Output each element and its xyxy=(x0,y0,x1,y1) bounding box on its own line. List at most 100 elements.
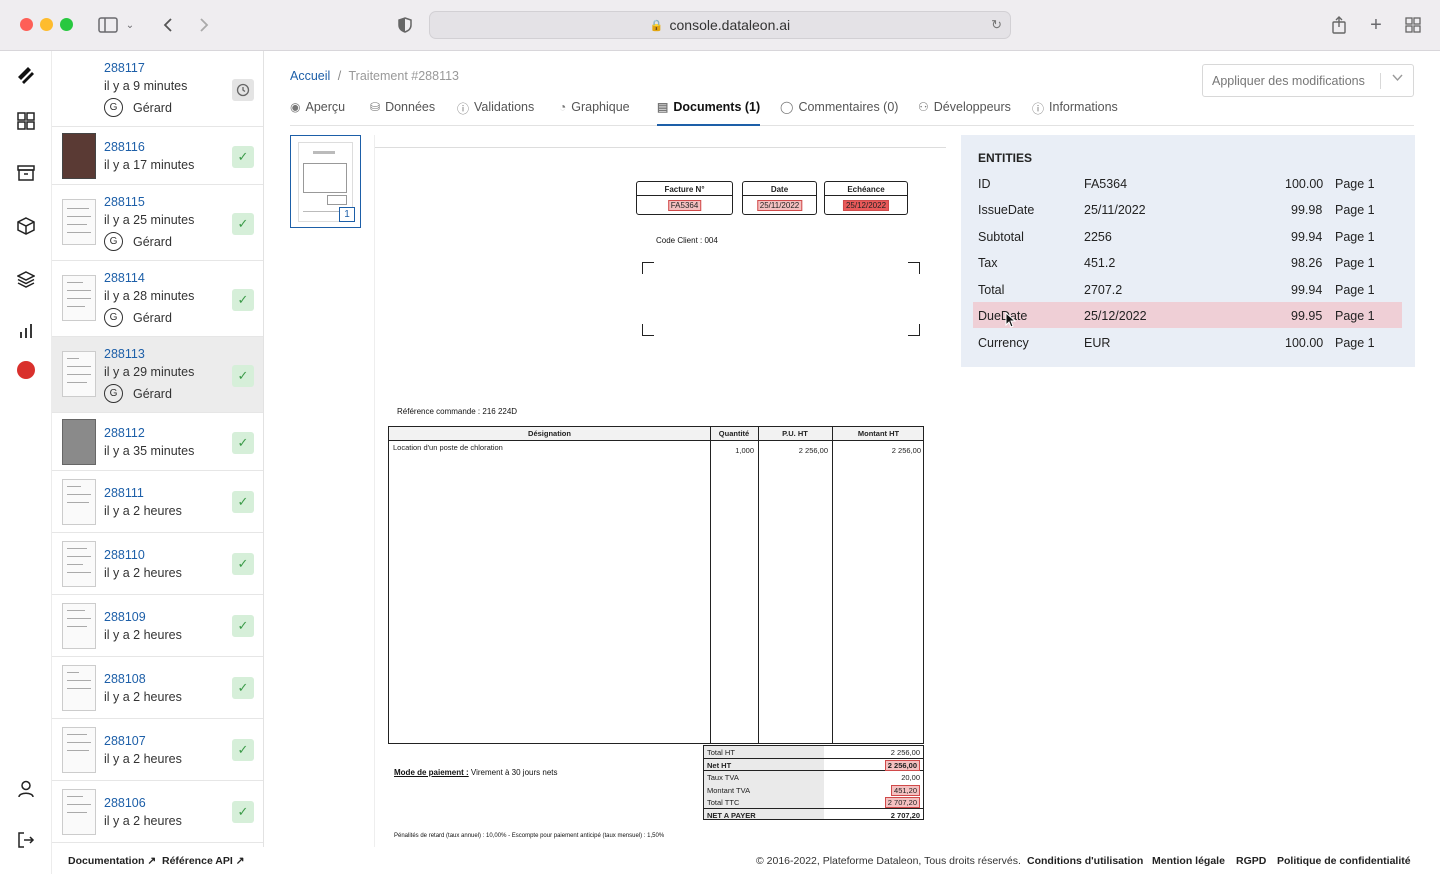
job-id[interactable]: 288114 xyxy=(104,271,145,285)
list-item[interactable]: 288114 il y a 28 minutes G Gérard ✓ xyxy=(52,261,263,337)
shield-icon[interactable] xyxy=(393,13,417,37)
layers-icon[interactable] xyxy=(14,267,38,291)
rgpd-link[interactable]: RGPD xyxy=(1236,855,1266,867)
dashboard-icon[interactable] xyxy=(14,109,38,133)
entity-row[interactable]: Subtotal 2256 99.94 Page 1 xyxy=(973,223,1402,249)
tab-documents[interactable]: ▤ Documents (1) xyxy=(657,100,761,126)
list-item[interactable]: 288113 il y a 29 minutes G Gérard ✓ xyxy=(52,337,263,413)
job-id[interactable]: 288109 xyxy=(104,610,146,624)
tab-overview-icon[interactable] xyxy=(1401,13,1425,37)
job-id[interactable]: 288116 xyxy=(104,140,145,154)
list-item[interactable]: 288108 il y a 2 heures ✓ xyxy=(52,657,263,719)
logout-icon[interactable] xyxy=(14,828,38,852)
documentation-link[interactable]: Documentation ↗ xyxy=(68,855,156,867)
tab-graphique[interactable]: ◔ Graphique xyxy=(559,100,630,126)
entity-row[interactable]: Currency EUR 100.00 Page 1 xyxy=(973,329,1402,355)
entity-row[interactable]: Tax 451.2 98.26 Page 1 xyxy=(973,249,1402,275)
entity-value: FA5364 xyxy=(1084,177,1128,191)
job-id[interactable]: 288106 xyxy=(104,796,146,810)
avatar: G xyxy=(104,232,123,251)
list-item[interactable]: 288115 il y a 25 minutes G Gérard ✓ xyxy=(52,185,263,261)
job-id[interactable]: 288117 xyxy=(104,61,145,75)
list-item[interactable]: 288117 il y a 9 minutes G Gérard xyxy=(52,51,263,127)
list-item[interactable]: 288116 il y a 17 minutes ✓ xyxy=(52,127,263,185)
check-icon: ✓ xyxy=(232,553,254,575)
tab-donnees[interactable]: ⛁ Données xyxy=(370,100,435,126)
totals-value[interactable]: 451,20 xyxy=(891,784,920,796)
invoice-page: Facture N° FA5364 Date 25/11/2022 Echéan… xyxy=(375,147,946,847)
zoom-window-button[interactable] xyxy=(60,18,73,31)
list-item[interactable]: 288111 il y a 2 heures ✓ xyxy=(52,471,263,533)
minimize-window-button[interactable] xyxy=(40,18,53,31)
job-id[interactable]: 288113 xyxy=(104,347,145,361)
tab-label: Données xyxy=(385,100,436,114)
totals-label: Montant TVA xyxy=(707,785,751,795)
totals-value: 20,00 xyxy=(901,773,920,782)
totals-row: Total HT 2 256,00 xyxy=(704,746,923,759)
list-item[interactable]: 288106 il y a 2 heures ✓ xyxy=(52,781,263,843)
job-user: G Gérard xyxy=(104,232,172,251)
entity-row[interactable]: Total 2707.2 99.94 Page 1 xyxy=(973,276,1402,302)
list-item[interactable]: 288110 il y a 2 heures ✓ xyxy=(52,533,263,595)
job-id[interactable]: 288108 xyxy=(104,672,146,686)
user-icon[interactable] xyxy=(14,777,38,801)
user-name: Gérard xyxy=(133,100,172,115)
job-id[interactable]: 288111 xyxy=(104,486,144,500)
api-reference-link[interactable]: Référence API ↗ xyxy=(162,855,245,867)
job-time: il y a 2 heures xyxy=(104,504,182,518)
tab-apercu[interactable]: ◉ Aperçu xyxy=(290,100,345,126)
list-item[interactable]: 288107 il y a 2 heures ✓ xyxy=(52,719,263,781)
invoice-number-value[interactable]: FA5364 xyxy=(667,200,702,211)
legal-link[interactable]: Mention légale xyxy=(1152,855,1225,867)
invoice-date-value[interactable]: 25/11/2022 xyxy=(756,200,803,211)
document-icon: ▤ xyxy=(657,100,669,114)
forward-icon[interactable] xyxy=(192,13,216,37)
entity-page: Page 1 xyxy=(1335,256,1375,270)
page-thumbnail[interactable]: 1 xyxy=(290,135,361,228)
entity-row-highlighted[interactable]: DueDate 25/12/2022 99.95 Page 1 xyxy=(973,302,1402,328)
tab-informations[interactable]: ⓘ Informations xyxy=(1032,100,1118,126)
due-date-value[interactable]: 25/12/2022 xyxy=(842,200,890,211)
job-id[interactable]: 288107 xyxy=(104,734,146,748)
bar-chart-icon[interactable] xyxy=(14,319,38,343)
totals-label: NET A PAYER xyxy=(707,810,756,820)
terms-link[interactable]: Conditions d'utilisation xyxy=(1027,855,1143,867)
apply-changes-button[interactable]: Appliquer des modifications xyxy=(1202,64,1414,97)
list-item[interactable]: 288112 il y a 35 minutes ✓ xyxy=(52,413,263,471)
totals-row: NET A PAYER 2 707,20 xyxy=(704,809,923,822)
back-icon[interactable] xyxy=(156,13,180,37)
job-id[interactable]: 288110 xyxy=(104,548,145,562)
chevron-down-icon[interactable] xyxy=(1392,73,1403,85)
user-name: Gérard xyxy=(133,234,172,249)
record-icon[interactable] xyxy=(14,358,38,382)
tab-label: Aperçu xyxy=(305,100,346,114)
entity-score: 98.26 xyxy=(1291,256,1323,270)
sidebar-toggle-icon[interactable] xyxy=(96,13,120,37)
share-icon[interactable] xyxy=(1327,13,1351,37)
job-user: G Gérard xyxy=(104,98,172,117)
totals-value[interactable]: 2 707,20 xyxy=(884,797,920,808)
totals-value[interactable]: 2 256,00 xyxy=(884,759,920,771)
archive-icon[interactable] xyxy=(14,161,38,185)
tab-developpeurs[interactable]: ⚇ Développeurs xyxy=(918,100,1011,126)
job-id[interactable]: 288112 xyxy=(104,426,145,440)
entity-row[interactable]: ID FA5364 100.00 Page 1 xyxy=(973,170,1402,196)
breadcrumb-home[interactable]: Accueil xyxy=(290,69,330,83)
reload-icon[interactable]: ↻ xyxy=(991,17,1002,33)
dataleon-logo-icon[interactable] xyxy=(14,63,38,87)
tab-commentaires[interactable]: ◯ Commentaires (0) xyxy=(780,100,898,126)
chevron-down-icon[interactable]: ⌄ xyxy=(122,13,138,37)
entity-row[interactable]: IssueDate 25/11/2022 99.98 Page 1 xyxy=(973,196,1402,222)
document-viewer[interactable]: Facture N° FA5364 Date 25/11/2022 Echéan… xyxy=(374,135,946,847)
tab-validations[interactable]: ⓘ Validations xyxy=(457,100,534,126)
tab-label: Documents (1) xyxy=(673,100,761,114)
privacy-link[interactable]: Politique de confidentialité xyxy=(1277,855,1411,867)
close-window-button[interactable] xyxy=(20,18,33,31)
comment-icon: ◯ xyxy=(780,100,794,114)
new-tab-icon[interactable]: + xyxy=(1364,13,1388,37)
address-bar[interactable]: 🔒 console.dataleon.ai ↻ xyxy=(429,11,1011,39)
list-item[interactable]: 288109 il y a 2 heures ✓ xyxy=(52,595,263,657)
check-icon: ✓ xyxy=(232,432,254,454)
job-id[interactable]: 288115 xyxy=(104,195,145,209)
box-icon[interactable] xyxy=(14,214,38,238)
